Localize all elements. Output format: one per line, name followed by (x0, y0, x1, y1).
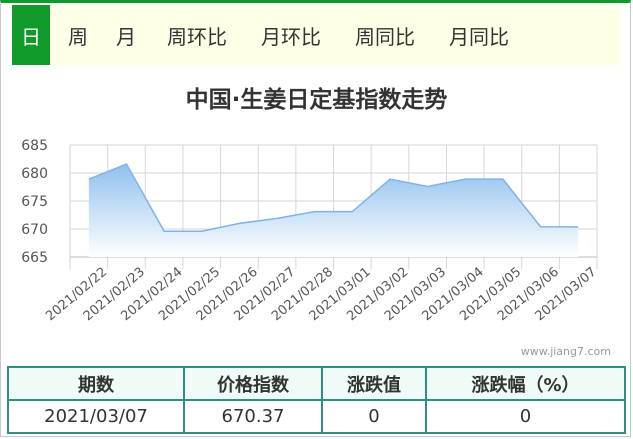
table-row: 2021/03/07 670.37 0 0 (7, 399, 626, 434)
header-period: 期数 (7, 366, 185, 401)
header-change-percent: 涨跌幅（%） (425, 366, 626, 401)
y-tick-label: 685 (21, 138, 48, 154)
cell-period: 2021/03/07 (7, 399, 185, 434)
index-table: 期数 价格指数 涨跌值 涨跌幅（%） 2021/03/07 670.37 0 0 (7, 366, 626, 434)
y-tick-label: 675 (21, 194, 48, 210)
y-tick-label: 670 (21, 222, 48, 238)
cell-change-value: 0 (321, 399, 427, 434)
header-change-value: 涨跌值 (321, 366, 427, 401)
cell-price-index: 670.37 (183, 399, 323, 434)
header-price-index: 价格指数 (183, 366, 323, 401)
watermark: www.jiang7.com (520, 345, 611, 358)
cell-change-percent: 0 (425, 399, 626, 434)
y-tick-label: 680 (21, 166, 48, 182)
table-header-row: 期数 价格指数 涨跌值 涨跌幅（%） (7, 366, 626, 401)
y-tick-label: 665 (21, 250, 48, 266)
